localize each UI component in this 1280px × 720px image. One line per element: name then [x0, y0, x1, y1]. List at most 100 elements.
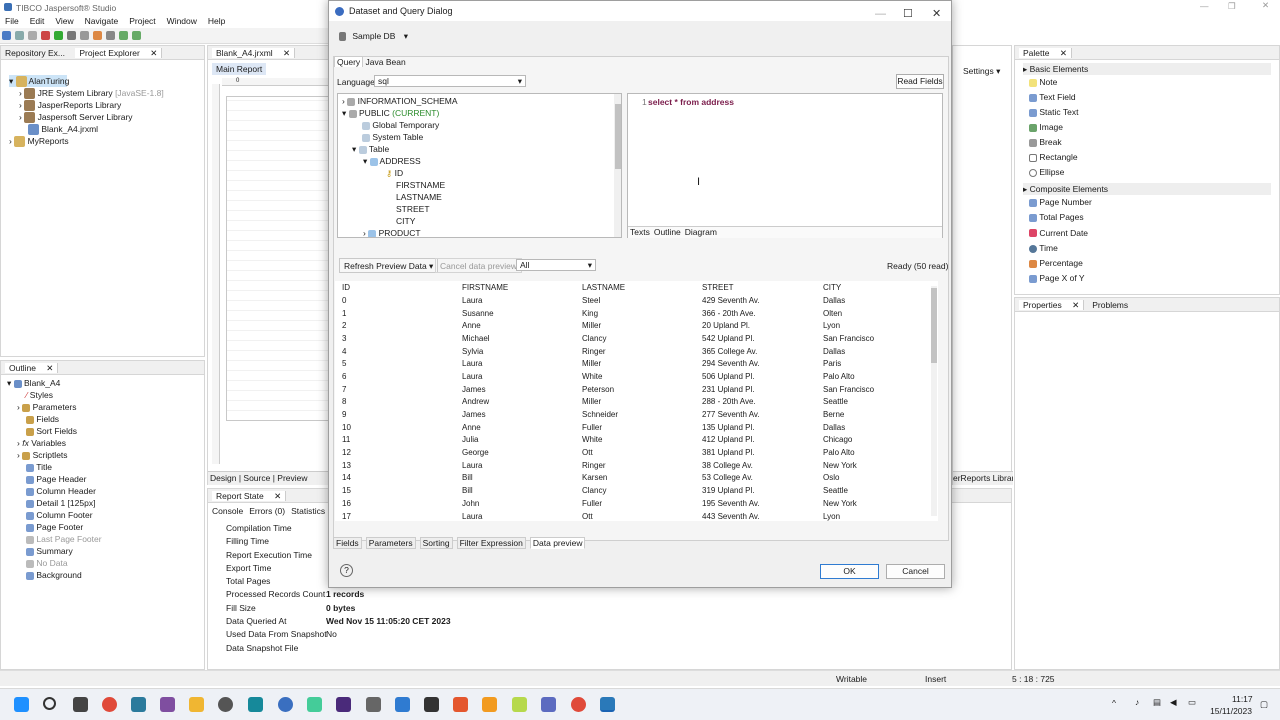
build-icon[interactable] [67, 31, 76, 40]
dialog-maximize-icon[interactable]: ☐ [903, 4, 913, 24]
menu-navigate[interactable]: Navigate [85, 16, 119, 26]
query-editor[interactable]: 1 select * from address I Texts Outline Di… [627, 93, 943, 238]
composite-elements-header[interactable]: ▸ Composite Elements [1023, 183, 1271, 195]
tab-project-explorer[interactable]: Project Explorer ✕ [75, 48, 163, 58]
tab-console[interactable]: Console [212, 506, 243, 516]
menu-window[interactable]: Window [167, 16, 197, 26]
schema-scrollbar[interactable] [614, 94, 621, 237]
tree-item-jaspersoft-server-library[interactable]: › Jaspersoft Server Library [9, 111, 204, 124]
debug-icon[interactable] [41, 31, 50, 40]
tab-report-state[interactable]: Report State ✕ [212, 491, 287, 501]
schema-node[interactable]: › INFORMATION_SCHEMA [342, 95, 621, 107]
tab-blank-a4[interactable]: Blank_A4.jrxml ✕ [212, 48, 296, 58]
search-icon[interactable] [106, 31, 115, 40]
schema-node[interactable]: ▾ ADDRESS [342, 155, 621, 167]
table-row[interactable]: 1 Susanne King 366 - 20th Ave. Olten [335, 307, 935, 320]
microphone-icon[interactable]: ♪ [1135, 697, 1139, 707]
tree-item-myreports[interactable]: › MyReports [9, 135, 204, 148]
schema-node[interactable]: ▾ PUBLIC (CURRENT) [342, 107, 621, 119]
preview-filter-select[interactable]: All ▾ [516, 259, 596, 271]
network-icon[interactable]: ▤ [1153, 697, 1161, 708]
outline-item[interactable]: Detail 1 [125px] [7, 497, 204, 509]
new-icon[interactable] [2, 31, 11, 40]
schema-node[interactable]: CITY [342, 215, 621, 227]
save-icon[interactable] [15, 31, 24, 40]
tab-statistics[interactable]: Statistics [291, 506, 325, 516]
app-icon[interactable] [512, 697, 527, 712]
report-canvas[interactable] [226, 96, 332, 421]
read-fields-button[interactable]: Read Fields [896, 74, 944, 89]
palette-page-number[interactable]: Page Number [1023, 195, 1279, 210]
tab-outline[interactable]: Outline ✕ [5, 363, 59, 373]
outline-item[interactable]: Last Page Footer [7, 533, 204, 545]
palette-rectangle[interactable]: Rectangle [1023, 150, 1279, 165]
grid-scrollbar[interactable] [931, 286, 937, 516]
ok-button[interactable]: OK [820, 564, 879, 579]
refresh-preview-button[interactable]: Refresh Preview Data ▾ [339, 258, 439, 273]
app-icon[interactable] [218, 697, 233, 712]
menu-view[interactable]: View [55, 16, 73, 26]
app-icon[interactable] [248, 697, 263, 712]
volume-icon[interactable]: ◀ [1170, 697, 1177, 708]
outline-item[interactable]: No Data [7, 557, 204, 569]
cancel-button[interactable]: Cancel [886, 564, 945, 579]
outline-item[interactable]: Column Header [7, 485, 204, 497]
tab-properties[interactable]: Properties ✕ [1019, 300, 1085, 310]
table-row[interactable]: 10 Anne Fuller 135 Upland Pl. Dallas [335, 421, 935, 434]
app-icon[interactable] [541, 697, 556, 712]
forward-icon[interactable] [132, 31, 141, 40]
save-all-icon[interactable] [28, 31, 37, 40]
menu-help[interactable]: Help [208, 16, 225, 26]
column-header-id[interactable]: ID [335, 281, 455, 294]
settings-dropdown[interactable]: Settings ▾ [963, 66, 1000, 77]
vscode-icon[interactable] [395, 697, 410, 712]
palette-ellipse[interactable]: Ellipse [1023, 165, 1279, 180]
outline-item[interactable]: Column Footer [7, 509, 204, 521]
app-icon[interactable] [336, 697, 351, 712]
back-icon[interactable] [119, 31, 128, 40]
tab-data-preview[interactable]: Data preview [529, 537, 586, 549]
app-icon[interactable] [131, 697, 146, 712]
menu-project[interactable]: Project [129, 16, 155, 26]
tab-texts[interactable]: Texts [630, 227, 650, 237]
clock-date[interactable]: 15/11/2023 [1209, 706, 1252, 716]
tree-item-jre[interactable]: › JRE System Library [JavaSE-1.8] [9, 87, 204, 100]
tab-sorting[interactable]: Sorting [419, 537, 453, 549]
chrome-icon[interactable] [571, 697, 586, 712]
menu-file[interactable]: File [5, 16, 19, 26]
table-row[interactable]: 9 James Schneider 277 Seventh Av. Berne [335, 408, 935, 421]
tab-design[interactable]: Design [210, 473, 236, 483]
table-row[interactable]: 7 James Peterson 231 Upland Pl. San Francisc… [335, 383, 935, 396]
tab-repository-explorer[interactable]: Repository Ex... [5, 48, 65, 58]
tab-java-bean[interactable]: Java Bean [366, 57, 406, 67]
outline-item[interactable]: › Parameters [7, 401, 204, 413]
app-icon[interactable] [366, 697, 381, 712]
language-select[interactable]: sql ▾ [374, 75, 526, 87]
search-icon[interactable] [43, 697, 56, 710]
palette-note[interactable]: Note [1023, 75, 1279, 90]
outline-item[interactable]: Title [7, 461, 204, 473]
table-row[interactable]: 0 Laura Steel 429 Seventh Av. Dallas [335, 294, 935, 307]
tab-diagram[interactable]: Diagram [685, 227, 717, 237]
tab-main-report[interactable]: Main Report [212, 63, 267, 75]
tree-item-jasperreports-library[interactable]: › JasperReports Library [9, 99, 204, 112]
jaspersoft-studio-taskbar-icon[interactable] [600, 697, 615, 712]
schema-node[interactable]: LASTNAME [342, 191, 621, 203]
palette-break[interactable]: Break [1023, 135, 1279, 150]
palette-total-pages[interactable]: Total Pages [1023, 210, 1279, 225]
scrollbar-thumb[interactable] [615, 104, 621, 169]
table-row[interactable]: 13 Laura Ringer 38 College Av. New York [335, 459, 935, 472]
file-explorer-icon[interactable] [189, 697, 204, 712]
table-row[interactable]: 4 Sylvia Ringer 365 College Av. Dallas [335, 345, 935, 358]
schema-node[interactable]: System Table [342, 131, 621, 143]
run-icon[interactable] [54, 31, 63, 40]
basic-elements-header[interactable]: ▸ Basic Elements [1023, 63, 1271, 75]
tab-parameters[interactable]: Parameters [365, 537, 416, 549]
app-icon[interactable] [307, 697, 322, 712]
windows-start-icon[interactable] [14, 697, 29, 712]
schema-node[interactable]: ⚷ ID [342, 167, 621, 179]
table-row[interactable]: 16 John Fuller 195 Seventh Av. New York [335, 497, 935, 510]
palette-time[interactable]: Time [1023, 241, 1279, 256]
schema-node[interactable]: STREET [342, 203, 621, 215]
server-icon[interactable] [93, 31, 102, 40]
